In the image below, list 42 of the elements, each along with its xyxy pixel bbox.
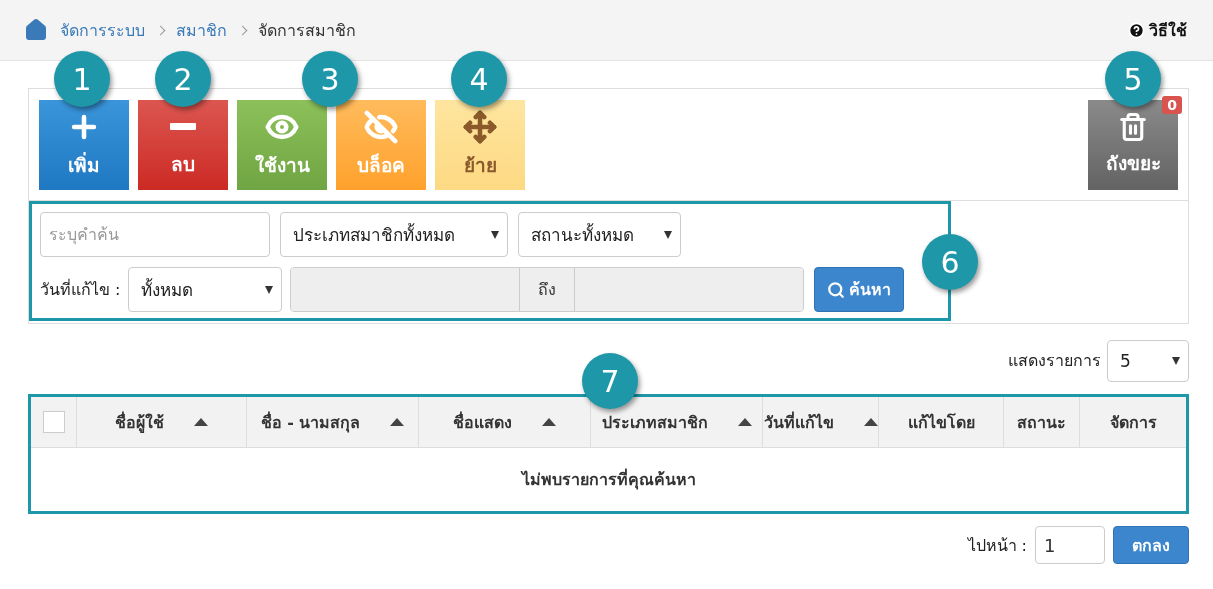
empty-message: ไม่พบรายการที่คุณค้นหา (31, 447, 1186, 511)
ok-button[interactable]: ตกลง (1113, 526, 1189, 564)
date-label: วันที่แก้ไข : (40, 278, 121, 301)
help-link[interactable]: วิธีใช้ (1128, 17, 1187, 43)
sort-icon (737, 418, 752, 426)
count-badge: 0 (1162, 95, 1182, 114)
member-type-select[interactable]: ประเภทสมาชิกทั้งหมด (280, 212, 508, 257)
page-size-select[interactable]: 5 (1107, 339, 1189, 382)
sort-icon (542, 418, 556, 426)
trash-icon (1118, 111, 1148, 142)
breadcrumb-link[interactable]: จัดการสมาชิก (258, 17, 356, 43)
sort-icon (390, 418, 405, 426)
breadcrumb-link[interactable]: จัดการระบบ (60, 17, 145, 43)
column-header: จัดการ (1108, 411, 1158, 434)
step-number: 7 (582, 353, 638, 409)
eye-off-icon (364, 109, 398, 144)
status-select[interactable]: สถานะทั้งหมด (518, 212, 681, 257)
date-select[interactable]: ทั้งหมด (128, 267, 283, 312)
add-button[interactable]: เพิ่ม (39, 99, 129, 190)
search-icon (827, 280, 846, 299)
sort-icon (194, 418, 208, 426)
column-header[interactable]: วันที่แก้ไข (763, 397, 879, 447)
column-header[interactable]: ชื่อ - นามสกุล (247, 397, 419, 447)
search-button[interactable]: ค้นหา (814, 267, 905, 312)
search-field[interactable]: ระบุคำค้น (40, 212, 270, 257)
page-field[interactable]: 1 (1035, 526, 1105, 564)
date-range-field[interactable]: ถึง (290, 267, 805, 312)
move-arrows-icon (463, 109, 497, 144)
move-button[interactable]: ย้าย (435, 99, 525, 190)
delete-button[interactable]: ลบ (138, 99, 228, 190)
column-header: แก้ไขโดย (879, 397, 1004, 447)
column-header[interactable]: ชื่อผู้ใช้ (77, 397, 247, 447)
help-icon (1128, 21, 1145, 39)
home-icon (24, 18, 48, 42)
column-header: สถานะ (1004, 397, 1080, 447)
goto-page-label: ไปหน้า : (967, 534, 1027, 557)
page-size-label: แสดงรายการ (1008, 350, 1101, 372)
select-all-checkbox[interactable] (42, 411, 65, 433)
minus-icon (170, 123, 196, 130)
breadcrumb-link[interactable]: สมาชิก (176, 17, 227, 43)
sort-icon (863, 418, 878, 426)
step-number: 6 (922, 234, 978, 290)
